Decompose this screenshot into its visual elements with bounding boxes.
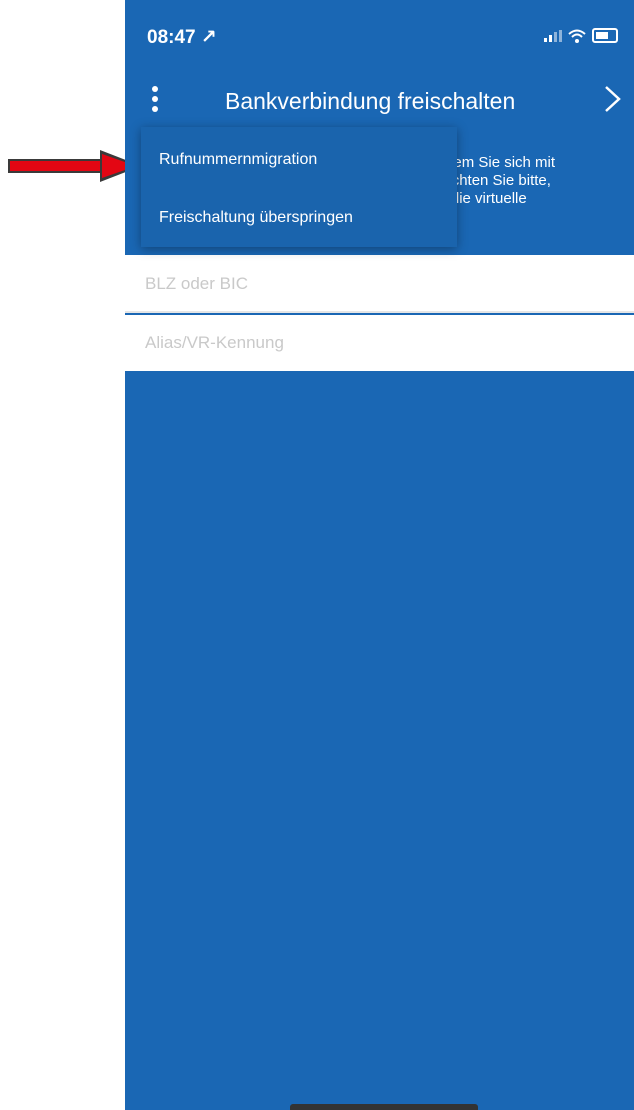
wifi-icon <box>568 29 586 43</box>
alias-input[interactable]: Alias/VR-Kennung <box>125 315 634 371</box>
signal-icon <box>544 29 562 42</box>
home-indicator <box>290 1104 478 1110</box>
blz-input[interactable]: BLZ oder BIC <box>125 255 634 313</box>
status-bar: 08:47 ↗ <box>125 0 634 72</box>
page-title: Bankverbindung freischalten <box>225 88 516 114</box>
status-time: 08:47 ↗ <box>147 27 217 48</box>
annotation-arrow-icon <box>8 150 141 182</box>
more-vertical-icon[interactable] <box>147 82 163 116</box>
battery-icon <box>592 28 618 43</box>
overflow-menu: Rufnummernmigration Freischaltung übersp… <box>141 127 457 247</box>
menu-item-rufnummernmigration[interactable]: Rufnummernmigration <box>159 151 317 169</box>
status-icons <box>544 28 618 43</box>
menu-item-freischaltung-ueberspringen[interactable]: Freischaltung überspringen <box>159 209 353 227</box>
phone-screen: 08:47 ↗ Bankverbindung freischalten , in… <box>125 0 634 1110</box>
chevron-right-icon[interactable] <box>600 84 624 114</box>
nav-bar: Bankverbindung freischalten <box>125 72 634 128</box>
